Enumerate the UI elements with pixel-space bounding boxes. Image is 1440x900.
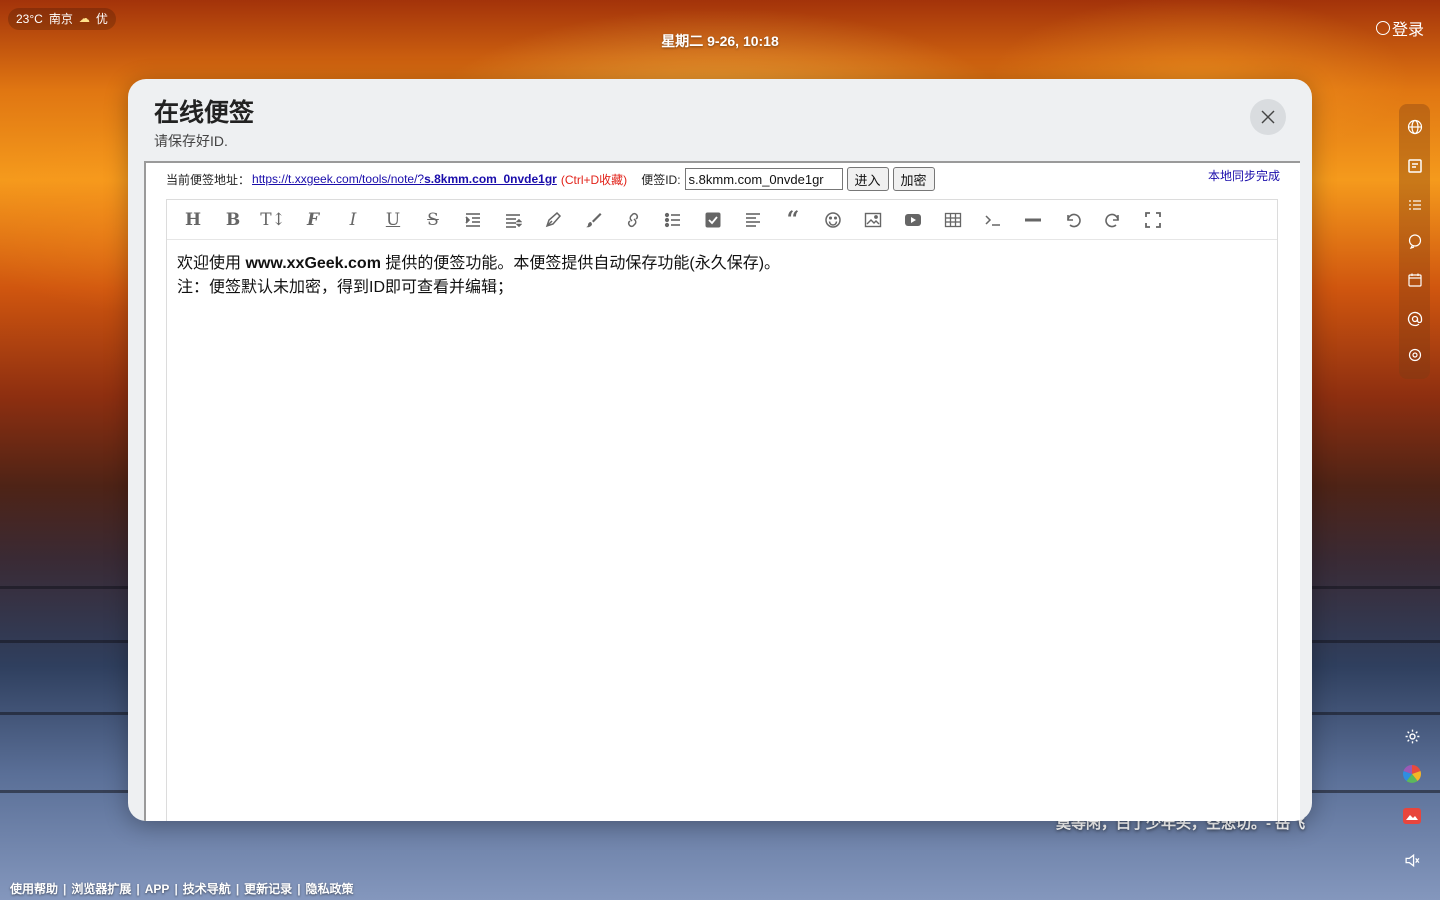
strikethrough-icon[interactable]: S: [413, 200, 453, 240]
close-button[interactable]: [1250, 99, 1286, 135]
heading-icon[interactable]: H: [173, 200, 213, 240]
footer-separator: |: [174, 881, 178, 896]
note-editor: H B T↕ F I U S “ 欢迎使用 www.xxGeek.com 提供的…: [166, 199, 1278, 821]
modal-title: 在线便签: [154, 99, 255, 127]
clock: 星期二 9-26, 10:18: [661, 33, 779, 49]
sync-status: 本地同步完成: [1207, 169, 1280, 183]
footer-separator: |: [63, 881, 67, 896]
bookmark-hint: (Ctrl+D收藏): [560, 172, 628, 187]
editor-content[interactable]: 欢迎使用 www.xxGeek.com 提供的便签功能。本便签提供自动保存功能(…: [167, 240, 1277, 312]
globe-icon[interactable]: [1399, 115, 1430, 139]
note-url-id: s.8kmm.com_0nvde1gr: [424, 172, 557, 186]
footer-link-changelog[interactable]: 更新记录: [244, 880, 292, 897]
address-bar: 当前便签地址： https://t.xxgeek.com/tools/note/…: [166, 165, 935, 193]
gear-icon[interactable]: [1400, 724, 1424, 748]
checkbox-icon[interactable]: [693, 200, 733, 240]
note-id-input[interactable]: [684, 168, 843, 190]
font-size-icon[interactable]: T↕: [253, 200, 293, 240]
hr-icon[interactable]: [1013, 200, 1053, 240]
weather-temp: 23°C: [16, 12, 43, 26]
note-url-link[interactable]: https://t.xxgeek.com/tools/note/?s.8kmm.…: [252, 172, 557, 186]
note-icon[interactable]: [1399, 154, 1430, 178]
login-label: 登录: [1391, 22, 1424, 39]
footer-separator: |: [297, 881, 301, 896]
app-dock: [1399, 104, 1430, 379]
bullet-list-icon[interactable]: [653, 200, 693, 240]
footer-links: 使用帮助 | 浏览器扩展 | APP | 技术导航 | 更新记录 | 隐私政策: [10, 880, 354, 897]
partly-cloudy-icon: ☁: [78, 13, 90, 25]
footer-separator: |: [235, 881, 240, 896]
footer-separator: |: [136, 881, 140, 896]
weather-aqi: 优: [95, 12, 108, 26]
emoji-icon[interactable]: [813, 200, 853, 240]
at-icon[interactable]: [1399, 307, 1430, 331]
content-bold-text: www.xxGeek.com: [245, 255, 381, 272]
footer-link-privacy[interactable]: 隐私政策: [306, 880, 354, 897]
note-frame: 当前便签地址： https://t.xxgeek.com/tools/note/…: [144, 161, 1300, 821]
address-label: 当前便签地址：: [166, 172, 251, 187]
chat-icon[interactable]: [1399, 229, 1430, 253]
calendar-icon[interactable]: [1399, 268, 1430, 292]
video-icon[interactable]: [893, 200, 933, 240]
footer-link-nav[interactable]: 技术导航: [183, 880, 231, 897]
italic-icon[interactable]: I: [333, 200, 373, 240]
quote-icon[interactable]: “: [773, 200, 813, 240]
link-icon[interactable]: [613, 200, 653, 240]
modal-subtitle: 请保存好ID.: [154, 133, 228, 149]
user-icon: [1375, 21, 1390, 35]
speaker-icon[interactable]: [1400, 848, 1424, 872]
checklist-icon[interactable]: [1399, 193, 1430, 217]
encrypt-button[interactable]: 加密: [892, 167, 935, 191]
note-url-prefix: https://t.xxgeek.com/tools/note/?: [252, 172, 425, 186]
weather-widget[interactable]: 23°C 南京 ☁ 优: [8, 8, 116, 30]
image-icon[interactable]: [853, 200, 893, 240]
footer-link-extension[interactable]: 浏览器扩展: [71, 880, 131, 897]
brush-icon[interactable]: [573, 200, 613, 240]
color-wheel-icon[interactable]: [1400, 762, 1424, 786]
undo-icon[interactable]: [1053, 200, 1093, 240]
content-text: 欢迎使用: [177, 255, 246, 272]
line-height-icon[interactable]: [493, 200, 533, 240]
underline-icon[interactable]: U: [373, 200, 413, 240]
note-id-label: 便签ID:: [641, 172, 681, 187]
content-line-1: 欢迎使用 www.xxGeek.com 提供的便签功能。本便签提供自动保存功能(…: [177, 252, 1267, 276]
code-icon[interactable]: [973, 200, 1013, 240]
content-text: 提供的便签功能。本便签提供自动保存功能(永久保存)。: [380, 255, 781, 272]
fullscreen-icon[interactable]: [1133, 200, 1173, 240]
footer-link-help[interactable]: 使用帮助: [10, 880, 58, 897]
note-modal: 在线便签 请保存好ID. 当前便签地址： https://t.xxgeek.co…: [128, 79, 1312, 821]
close-icon: [1261, 110, 1275, 124]
bold-icon[interactable]: B: [213, 200, 253, 240]
wallpaper-icon[interactable]: [1400, 804, 1424, 828]
indent-icon[interactable]: [453, 200, 493, 240]
footer-link-app[interactable]: APP: [145, 882, 170, 896]
redo-icon[interactable]: [1093, 200, 1133, 240]
login-button[interactable]: 登录: [1375, 16, 1424, 40]
align-left-icon[interactable]: [733, 200, 773, 240]
font-family-icon[interactable]: F: [293, 200, 333, 240]
chatgpt-icon[interactable]: [1399, 343, 1430, 367]
content-line-2: 注：便签默认未加密，得到ID即可查看并编辑；: [177, 279, 514, 296]
pen-icon[interactable]: [533, 200, 573, 240]
table-icon[interactable]: [933, 200, 973, 240]
editor-toolbar: H B T↕ F I U S “: [167, 200, 1277, 240]
enter-button[interactable]: 进入: [846, 167, 889, 191]
weather-city: 南京: [48, 12, 73, 26]
